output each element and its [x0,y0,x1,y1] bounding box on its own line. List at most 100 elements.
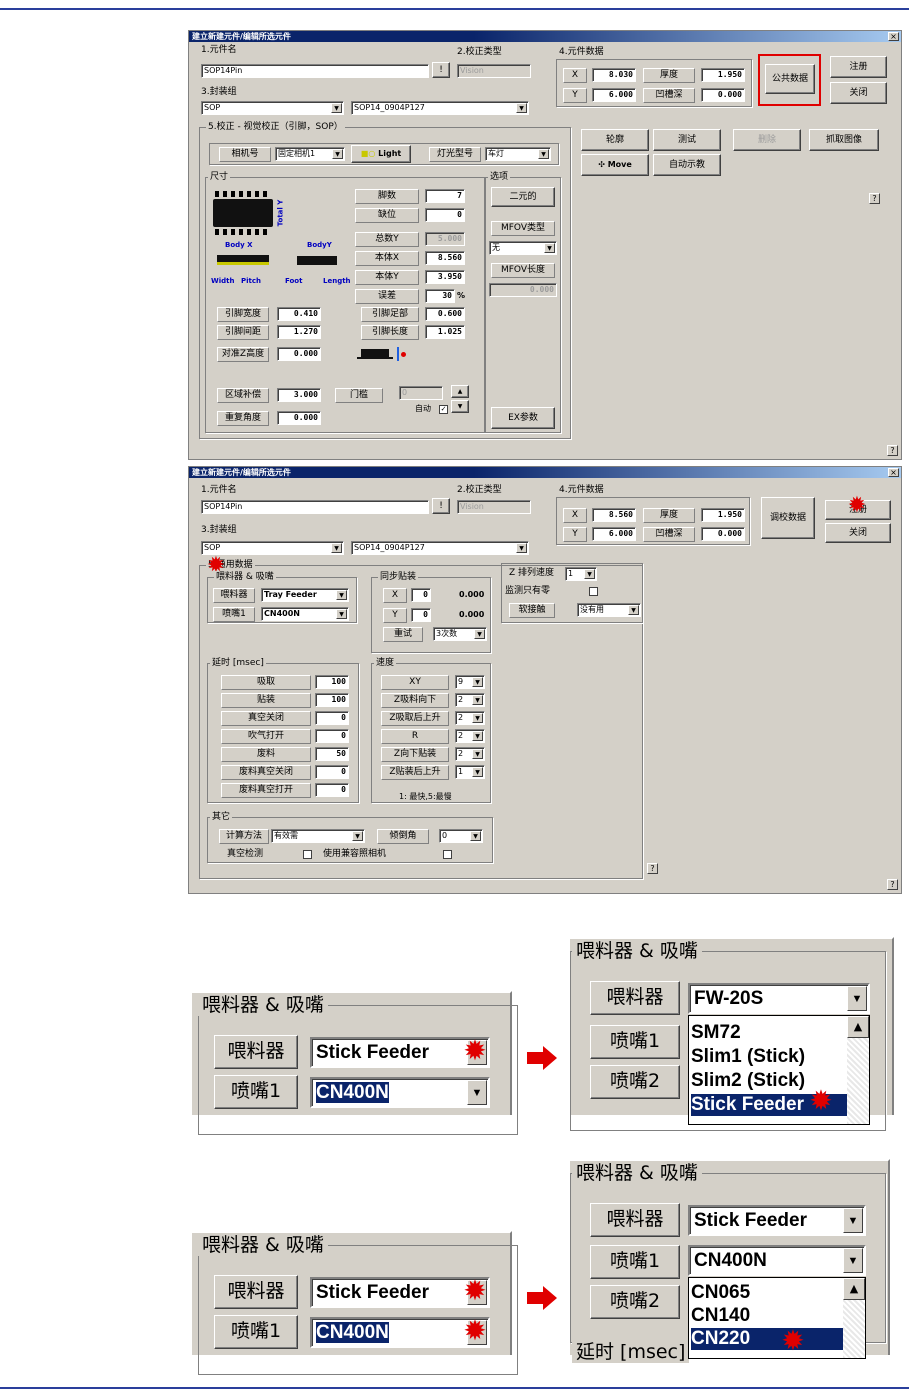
test-button[interactable]: 测试 [653,129,721,151]
scrollbar[interactable]: ▲ [843,1278,865,1358]
speed-select[interactable]: 2 ▼ [455,729,485,743]
calc-select[interactable]: 有效需 ▼ [271,829,365,843]
auto-checkbox[interactable]: ✓ [439,405,448,414]
help-icon[interactable]: ? [647,863,658,874]
scroll-up-icon[interactable]: ▲ [847,1016,869,1038]
spin-up[interactable]: ▲ [451,385,469,398]
feeder-select[interactable]: Stick Feeder ▼ [688,1205,866,1236]
lead-width-input[interactable]: 0.410 [277,307,321,321]
thickness-input[interactable]: 1.950 [701,68,745,82]
feeder-select[interactable]: FW-20S ▼ [688,983,870,1014]
speed-select[interactable]: 2 ▼ [455,747,485,761]
dropdown-option[interactable]: CN140 [691,1305,750,1327]
chevron-down-icon[interactable]: ▼ [472,731,483,741]
align-z-input[interactable]: 0.000 [277,347,321,361]
nozzle-select[interactable]: CN400N ▼ [310,1077,490,1108]
repeat-angle-input[interactable]: 0.000 [277,411,321,425]
delay-input[interactable]: 100 [315,693,349,707]
compat-camera-checkbox[interactable] [443,850,452,859]
outline-button[interactable]: 轮廓 [581,129,649,151]
x-input[interactable]: 8.030 [592,68,636,82]
dropdown-option[interactable]: SM72 [691,1022,741,1044]
part-name-input[interactable]: SOP14Pin [201,64,429,78]
chevron-down-icon[interactable]: ▼ [474,629,485,639]
missing-input[interactable]: 0 [425,208,465,222]
tilt-select[interactable]: 0 ▼ [439,829,483,843]
chevron-down-icon[interactable]: ▼ [472,695,483,705]
chevron-down-icon[interactable]: ▼ [472,677,483,687]
dropdown-option[interactable]: Slim1 (Stick) [691,1046,805,1068]
dropdown-option-selected[interactable]: CN220 [691,1328,843,1350]
delay-input[interactable]: 0 [315,783,349,797]
total-y-input[interactable]: 5.000 [425,232,465,246]
chevron-down-icon[interactable]: ▼ [628,605,639,615]
delay-input[interactable]: 100 [315,675,349,689]
mfov-length-input[interactable]: 0.000 [489,283,557,297]
move-button[interactable]: ✣ Move [581,154,649,176]
foot-input[interactable]: 0.600 [425,307,465,321]
monitor-checkbox[interactable] [589,587,598,596]
speed-select[interactable]: 9 ▼ [455,675,485,689]
register-button[interactable]: 注册 [830,56,887,78]
chevron-down-icon[interactable]: ▼ [331,103,342,113]
package-model-select[interactable]: SOP14_0904P127 ▼ [351,101,529,115]
lamp-select[interactable]: 车灯 ▼ [485,147,551,161]
chevron-down-icon[interactable]: ▼ [331,543,342,553]
chevron-down-icon[interactable]: ▼ [584,569,595,579]
vacuum-checkbox[interactable] [303,850,312,859]
scrollbar[interactable]: ▲ [847,1016,869,1124]
z-speed-select[interactable]: 1 ▼ [565,567,597,581]
delay-input[interactable]: 0 [315,765,349,779]
mfov-type-select[interactable]: 无 ▼ [489,241,557,255]
scroll-up-icon[interactable]: ▲ [843,1278,865,1300]
chevron-down-icon[interactable]: ▼ [544,243,555,253]
calibration-button[interactable]: 调校数据 [761,497,815,539]
dropdown-option[interactable]: CN065 [691,1282,750,1304]
close-button[interactable]: 关闭 [825,523,891,543]
chevron-down-icon[interactable]: ▼ [332,149,343,159]
chevron-down-icon[interactable]: ▼ [470,831,481,841]
delay-input[interactable]: 0 [315,729,349,743]
spin-down[interactable]: ▼ [451,400,469,413]
chevron-down-icon[interactable]: ▼ [467,1080,487,1105]
x-input[interactable]: 8.560 [592,508,636,522]
align-type-select[interactable]: Vision [457,500,531,514]
lead-length-input[interactable]: 1.025 [425,325,465,339]
delay-input[interactable]: 0 [315,711,349,725]
nozzle-dropdown-list[interactable]: ▲ CN065 CN140 CN220 [688,1277,866,1359]
thickness-input[interactable]: 1.950 [701,508,745,522]
close-icon[interactable]: × [888,32,899,41]
chevron-down-icon[interactable]: ▼ [847,986,867,1011]
recess-input[interactable]: 0.000 [701,88,745,102]
chevron-down-icon[interactable]: ▼ [336,590,347,600]
package-select[interactable]: SOP ▼ [201,101,344,115]
delete-button[interactable]: 删除 [733,129,801,151]
sync-x-input[interactable]: 0 [411,588,431,602]
sync-y-input[interactable]: 0 [411,608,431,622]
browse-button[interactable]: ! [432,62,450,78]
speed-select[interactable]: 2 ▼ [455,711,485,725]
chevron-down-icon[interactable]: ▼ [843,1208,863,1233]
help-icon[interactable]: ? [887,445,898,456]
chevron-down-icon[interactable]: ▼ [336,609,347,619]
help-icon[interactable]: ? [887,879,898,890]
close-icon[interactable]: × [888,468,899,477]
capture-button[interactable]: 抓取图像 [809,129,879,151]
speed-select[interactable]: 1 ▼ [455,765,485,779]
y-input[interactable]: 6.000 [592,527,636,541]
threshold-input[interactable]: 0 [399,386,443,400]
camera-select[interactable]: 固定相机1 ▼ [275,147,345,161]
feeder-select[interactable]: Tray Feeder ▼ [261,588,349,602]
help-icon[interactable]: ? [869,193,880,204]
pin-count-input[interactable]: 7 [425,189,465,203]
part-name-input[interactable]: SOP14Pin [201,500,429,514]
body-x-input[interactable]: 8.560 [425,251,465,265]
chevron-down-icon[interactable]: ▼ [472,713,483,723]
feeder-dropdown-list[interactable]: ▲ SM72 Slim1 (Stick) Slim2 (Stick) Stick… [688,1015,870,1125]
nozzle-select[interactable]: CN400N ▼ [261,607,349,621]
soft-contact-select[interactable]: 没有用 ▼ [577,603,641,617]
retry-select[interactable]: 3次数 ▼ [433,627,487,641]
lead-pitch-input[interactable]: 1.270 [277,325,321,339]
auto-teach-button[interactable]: 自动示教 [653,154,721,176]
tolerance-input[interactable]: 30 [425,289,455,303]
